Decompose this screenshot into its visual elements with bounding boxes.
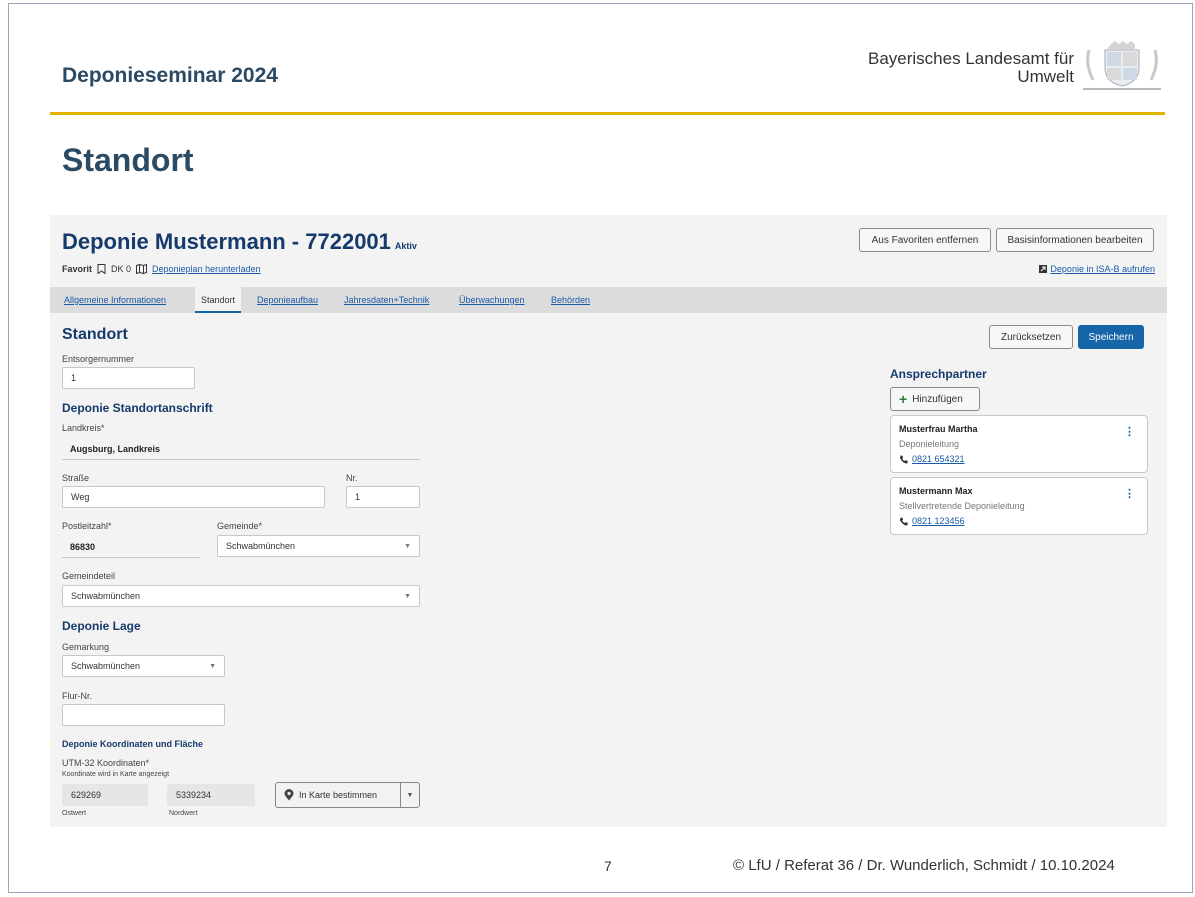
plz-value: 86830 [70, 542, 96, 552]
contact-card: Musterfrau Martha Deponieleitung 0821 65… [890, 415, 1148, 473]
organization-line-2: Umwelt [1017, 67, 1074, 86]
contact-role: Stellvertretende Deponieleitung [899, 501, 1025, 511]
strasse-field[interactable]: Weg [62, 486, 325, 508]
koordinaten-section-title: Deponie Koordinaten und Fläche [62, 739, 204, 749]
header-divider [50, 112, 1165, 115]
determine-in-map-label: In Karte bestimmen [299, 790, 378, 800]
tab-ueberwachungen[interactable]: Überwachungen [459, 287, 525, 313]
entsorgernummer-field[interactable]: 1 [62, 367, 195, 389]
gemarkung-select-value: Schwabmünchen [71, 661, 141, 671]
contacts-title: Ansprechpartner [890, 367, 987, 381]
section-title: Standort [62, 326, 128, 343]
copyright-footer: © LfU / Referat 36 / Dr. Wunderlich, Sch… [733, 857, 1115, 874]
contact-role: Deponieleitung [899, 439, 960, 449]
dk-class: DK 0 [111, 264, 132, 274]
landkreis-value: Augsburg, Landkreis [70, 444, 161, 454]
gemeinde-select-value: Schwabmünchen [226, 541, 296, 551]
more-options-icon[interactable]: ⋮ [1124, 425, 1135, 438]
more-options-icon[interactable]: ⋮ [1124, 487, 1135, 500]
coat-of-arms-logo [1083, 41, 1161, 90]
page-number: 7 [604, 858, 612, 874]
remove-favorite-button[interactable]: Aus Favoriten entfernen [859, 228, 991, 252]
flur-field[interactable] [62, 704, 225, 726]
bookmark-icon[interactable] [97, 264, 106, 274]
map-button-group: In Karte bestimmen ▼ [275, 782, 420, 808]
contact-name: Mustermann Max [899, 486, 973, 496]
gemarkung-select[interactable]: Schwabmünchen ▼ [62, 655, 225, 677]
gemeindeteil-select[interactable]: Schwabmünchen ▼ [62, 585, 420, 607]
isa-link-container[interactable]: Deponie in ISA-B aufrufen [1039, 264, 1155, 274]
entsorgernummer-label: Entsorgernummer [62, 354, 135, 364]
app-screenshot: Deponie Mustermann - 7722001 Aktiv Aus Fa… [50, 215, 1167, 827]
address-section-title: Deponie Standortanschrift [62, 401, 213, 415]
utm-hint: Koordinate wird in Karte angezeigt [62, 771, 170, 778]
deponie-name: Deponie Mustermann - 7722001 [62, 229, 391, 254]
plz-underline [62, 557, 200, 558]
tab-deponieaufbau[interactable]: Deponieaufbau [257, 287, 318, 313]
ostwert-field[interactable]: 629269 [62, 784, 148, 806]
landkreis-label: Landkreis* [62, 423, 105, 433]
reset-button[interactable]: Zurücksetzen [989, 325, 1073, 349]
location-pin-icon [284, 789, 294, 801]
ostwert-label: Ostwert [62, 810, 87, 817]
gemarkung-label: Gemarkung [62, 642, 110, 652]
external-link-icon [1039, 265, 1048, 273]
slide-title: Standort [62, 142, 194, 178]
nordwert-field[interactable]: 5339234 [167, 784, 255, 806]
edit-basic-info-button[interactable]: Basisinformationen bearbeiten [996, 228, 1154, 252]
seminar-title: Deponieseminar 2024 [62, 64, 278, 87]
plus-icon: + [899, 391, 908, 407]
strasse-label: Straße [62, 473, 90, 483]
determine-in-map-button[interactable]: In Karte bestimmen [276, 783, 400, 807]
map-dropdown-toggle[interactable]: ▼ [400, 783, 419, 807]
gemeinde-select[interactable]: Schwabmünchen ▼ [217, 535, 420, 557]
tab-allgemeine-informationen[interactable]: Allgemeine Informationen [64, 287, 166, 313]
contact-phone-link[interactable]: 0821 123456 [912, 516, 965, 526]
flur-label: Flur-Nr. [62, 691, 92, 701]
lage-section-title: Deponie Lage [62, 619, 141, 633]
info-bar: Favorit DK 0 Deponieplan herunterladen [62, 264, 261, 274]
add-contact-button[interactable]: + Hinzufügen [890, 387, 980, 411]
download-plan-link[interactable]: Deponieplan herunterladen [152, 264, 261, 274]
chevron-down-icon: ▼ [404, 592, 411, 600]
gemeindeteil-label: Gemeindeteil [62, 571, 116, 581]
contact-name: Musterfrau Martha [899, 424, 978, 434]
contact-card: Mustermann Max Stellvertretende Deponiel… [890, 477, 1148, 535]
contact-phone: 0821 654321 [899, 454, 965, 464]
tab-bar: Allgemeine Informationen Standort Deponi… [50, 287, 1167, 313]
chevron-down-icon: ▼ [404, 542, 411, 550]
nr-field[interactable]: 1 [346, 486, 420, 508]
contact-phone: 0821 123456 [899, 516, 965, 526]
tab-standort[interactable]: Standort [195, 287, 242, 313]
favorite-label: Favorit [62, 264, 93, 274]
gemeinde-label: Gemeinde* [217, 521, 263, 531]
organization-name: Bayerisches Landesamt für Umwelt [832, 50, 1074, 86]
landkreis-underline [62, 459, 420, 460]
status-badge: Aktiv [394, 241, 417, 251]
organization-line-1: Bayerisches Landesamt für [868, 49, 1074, 68]
deponie-title: Deponie Mustermann - 7722001 Aktiv [62, 229, 417, 255]
save-button[interactable]: Speichern [1078, 325, 1144, 349]
utm-label: UTM-32 Koordinaten* [62, 758, 150, 768]
add-contact-label: Hinzufügen [912, 393, 963, 405]
phone-icon [900, 517, 908, 525]
chevron-down-icon: ▼ [209, 662, 216, 670]
isa-link[interactable]: Deponie in ISA-B aufrufen [1050, 264, 1155, 274]
gemeindeteil-select-value: Schwabmünchen [71, 591, 141, 601]
nordwert-label: Nordwert [169, 810, 198, 817]
phone-icon [900, 455, 908, 463]
chevron-down-icon: ▼ [406, 791, 414, 799]
contact-phone-link[interactable]: 0821 654321 [912, 454, 965, 464]
nr-label: Nr. [346, 473, 358, 483]
map-icon [136, 264, 148, 274]
tab-jahresdaten-technik[interactable]: Jahresdaten+Technik [344, 287, 429, 313]
plz-label: Postleitzahl* [62, 521, 112, 531]
tab-behoerden[interactable]: Behörden [551, 287, 590, 313]
